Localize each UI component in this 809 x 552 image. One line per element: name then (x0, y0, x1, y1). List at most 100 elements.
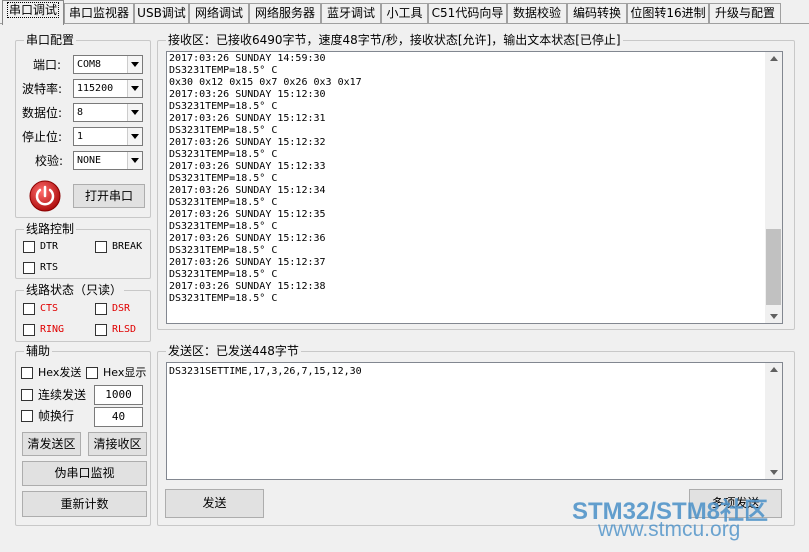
open-port-button[interactable]: 打开串口 (73, 184, 145, 208)
tab-bluetooth-debug[interactable]: 蓝牙调试 (321, 3, 381, 23)
port-label: 端口: (33, 58, 62, 72)
receive-line: 2017:03:26 SUNDAY 15:12:36 (169, 233, 326, 244)
continuous-interval-input[interactable]: 1000 (94, 385, 143, 405)
hex-send-label: Hex发送 (38, 366, 82, 379)
scroll-down-icon[interactable] (765, 309, 782, 323)
databits-select[interactable]: 8 (73, 103, 143, 122)
frame-value-input[interactable]: 40 (94, 407, 143, 427)
serial-config-legend: 串口配置 (24, 33, 77, 47)
send-textarea[interactable]: DS3231SETTIME,17,3,26,7,15,12,30 (166, 362, 783, 480)
rlsd-label: RLSD (112, 324, 137, 335)
dtr-checkbox[interactable] (23, 241, 35, 253)
hex-show-checkbox[interactable] (86, 367, 98, 379)
tab-usb-debug[interactable]: USB调试 (134, 3, 189, 23)
baud-select[interactable]: 115200 (73, 79, 143, 98)
receive-line: DS3231TEMP=18.5° C (169, 125, 278, 136)
line-control-legend: 线路控制 (24, 222, 77, 236)
dsr-checkbox (95, 303, 107, 315)
receive-scrollbar[interactable] (765, 52, 782, 323)
frame-newline-checkbox[interactable] (21, 410, 33, 422)
hex-show-label: Hex显示 (103, 366, 147, 379)
chevron-down-icon[interactable] (127, 104, 142, 121)
receive-line: 0x30 0x12 0x15 0x7 0x26 0x3 0x17 (169, 77, 362, 88)
break-checkbox[interactable] (95, 241, 107, 253)
tab-data-check[interactable]: 数据校验 (507, 3, 567, 23)
receive-line: 2017:03:26 SUNDAY 15:12:32 (169, 137, 326, 148)
scroll-thumb[interactable] (766, 229, 781, 305)
rts-checkbox[interactable] (23, 262, 35, 274)
clear-recv-button[interactable]: 清接收区 (88, 432, 147, 456)
databits-value: 8 (77, 107, 84, 118)
aux-legend: 辅助 (24, 344, 53, 358)
continuous-send-label: 连续发送 (38, 388, 87, 402)
receive-line: 2017:03:26 SUNDAY 15:12:38 (169, 281, 326, 292)
tab-label: 串口调试 (6, 2, 59, 18)
stopbits-value: 1 (77, 131, 84, 142)
tab-tools[interactable]: 小工具 (381, 3, 428, 23)
ring-label: RING (40, 324, 65, 335)
receive-line: 2017:03:26 SUNDAY 14:59:30 (169, 53, 326, 64)
rts-label: RTS (40, 262, 59, 273)
tab-c51-wizard[interactable]: C51代码向导 (428, 3, 507, 23)
receive-line: 2017:03:26 SUNDAY 15:12:30 (169, 89, 326, 100)
scroll-up-icon[interactable] (765, 363, 782, 377)
parity-select[interactable]: NONE (73, 151, 143, 170)
chevron-down-icon[interactable] (127, 80, 142, 97)
scroll-down-icon[interactable] (765, 465, 782, 479)
recount-button[interactable]: 重新计数 (22, 491, 147, 517)
receive-line: 2017:03:26 SUNDAY 15:12:34 (169, 185, 326, 196)
send-scrollbar[interactable] (765, 363, 782, 479)
cts-label: CTS (40, 303, 59, 314)
tab-upgrade-config[interactable]: 升级与配置 (709, 3, 781, 23)
tab-serial-monitor[interactable]: 串口监视器 (64, 3, 134, 23)
databits-label: 数据位: (22, 106, 63, 120)
baud-label: 波特率: (22, 82, 63, 96)
receive-line: DS3231TEMP=18.5° C (169, 65, 278, 76)
receive-line: DS3231TEMP=18.5° C (169, 101, 278, 112)
hex-send-checkbox[interactable] (21, 367, 33, 379)
receive-line: DS3231TEMP=18.5° C (169, 197, 278, 208)
tab-bar: 串口调试 串口监视器 USB调试 网络调试 网络服务器 蓝牙调试 小工具 C51… (0, 0, 809, 25)
parity-label: 校验: (35, 154, 64, 168)
receive-line: DS3231TEMP=18.5° C (169, 173, 278, 184)
send-button[interactable]: 发送 (165, 489, 264, 518)
tab-serial-debug[interactable]: 串口调试 (2, 0, 64, 25)
watermark-url: www.stmcu.org (598, 518, 741, 541)
rlsd-checkbox (95, 324, 107, 336)
receive-line: 2017:03:26 SUNDAY 15:12:37 (169, 257, 326, 268)
frame-newline-label: 帧换行 (38, 409, 75, 423)
stopbits-select[interactable]: 1 (73, 127, 143, 146)
scroll-up-icon[interactable] (765, 52, 782, 66)
chevron-down-icon[interactable] (127, 152, 142, 169)
receive-line: DS3231TEMP=18.5° C (169, 269, 278, 280)
receive-line: DS3231TEMP=18.5° C (169, 221, 278, 232)
continuous-send-checkbox[interactable] (21, 389, 33, 401)
parity-value: NONE (77, 155, 102, 166)
tab-network-server[interactable]: 网络服务器 (249, 3, 321, 23)
ring-checkbox (23, 324, 35, 336)
port-value: COM8 (77, 59, 102, 70)
receive-textarea[interactable]: 2017:03:26 SUNDAY 14:59:30 DS3231TEMP=18.… (166, 51, 783, 324)
send-text: DS3231SETTIME,17,3,26,7,15,12,30 (169, 366, 362, 377)
receive-line: 2017:03:26 SUNDAY 15:12:35 (169, 209, 326, 220)
dtr-label: DTR (40, 241, 59, 252)
receive-line: 2017:03:26 SUNDAY 15:12:33 (169, 161, 326, 172)
stopbits-label: 停止位: (22, 130, 63, 144)
tab-bitmap-hex[interactable]: 位图转16进制 (627, 3, 709, 23)
cts-checkbox (23, 303, 35, 315)
receive-line: DS3231TEMP=18.5° C (169, 245, 278, 256)
port-select[interactable]: COM8 (73, 55, 143, 74)
tab-network-debug[interactable]: 网络调试 (189, 3, 249, 23)
send-legend: 发送区：已发送448字节 (166, 344, 301, 358)
break-label: BREAK (112, 241, 143, 252)
dsr-label: DSR (112, 303, 131, 314)
receive-lines: 2017:03:26 SUNDAY 14:59:30 DS3231TEMP=18.… (169, 53, 780, 305)
fake-monitor-button[interactable]: 伪串口监视 (22, 461, 147, 486)
chevron-down-icon[interactable] (127, 128, 142, 145)
chevron-down-icon[interactable] (127, 56, 142, 73)
power-icon[interactable] (29, 180, 61, 212)
baud-value: 115200 (77, 83, 114, 94)
tab-encoding[interactable]: 编码转换 (567, 3, 627, 23)
clear-send-button[interactable]: 清发送区 (22, 432, 81, 456)
receive-line: DS3231TEMP=18.5° C (169, 293, 278, 304)
